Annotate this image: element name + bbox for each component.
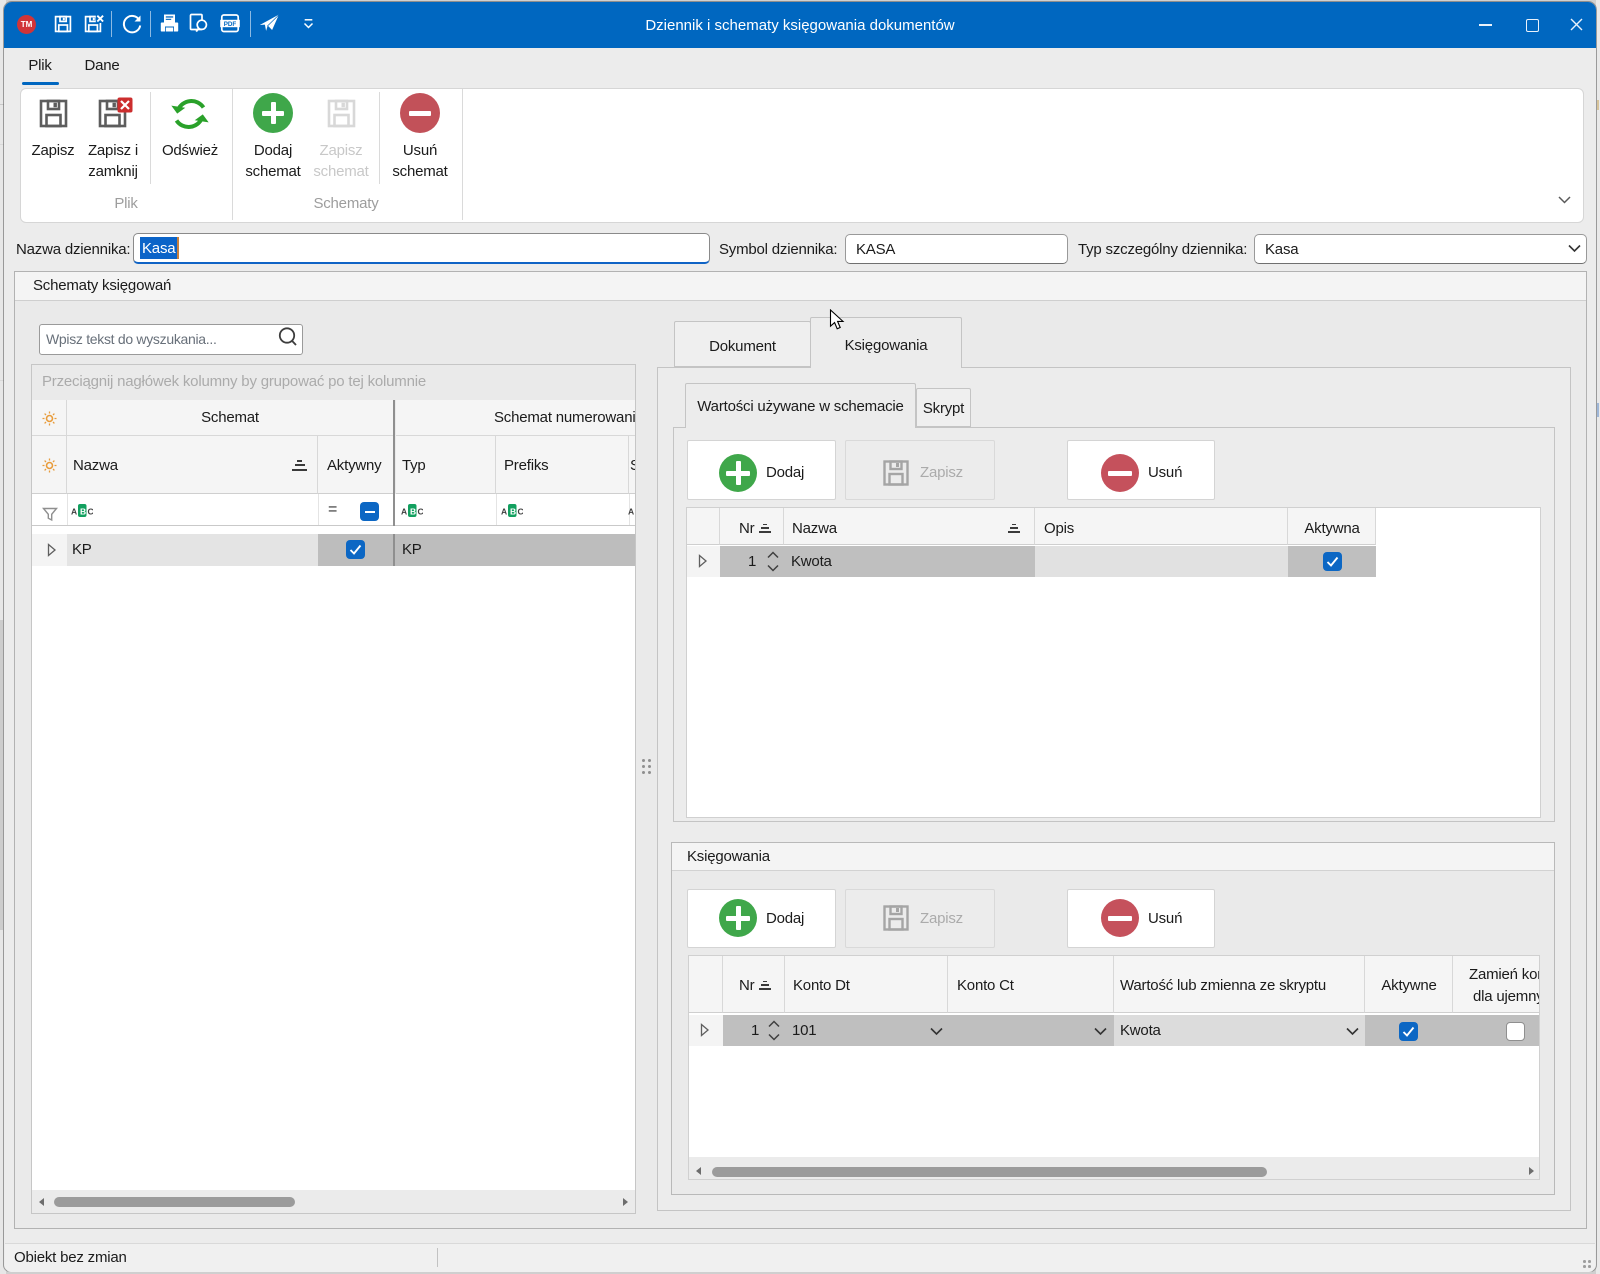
svg-text:C: C [518,507,524,517]
svg-text:A: A [628,507,634,517]
svg-text:C: C [88,507,94,517]
svg-text:A: A [401,507,407,517]
svg-text:A: A [71,507,77,517]
svg-text:C: C [418,507,424,517]
svg-text:PDF: PDF [224,21,237,28]
svg-text:B: B [510,507,516,517]
svg-text:A: A [501,507,507,517]
svg-text:B: B [80,507,86,517]
svg-text:B: B [410,507,416,517]
